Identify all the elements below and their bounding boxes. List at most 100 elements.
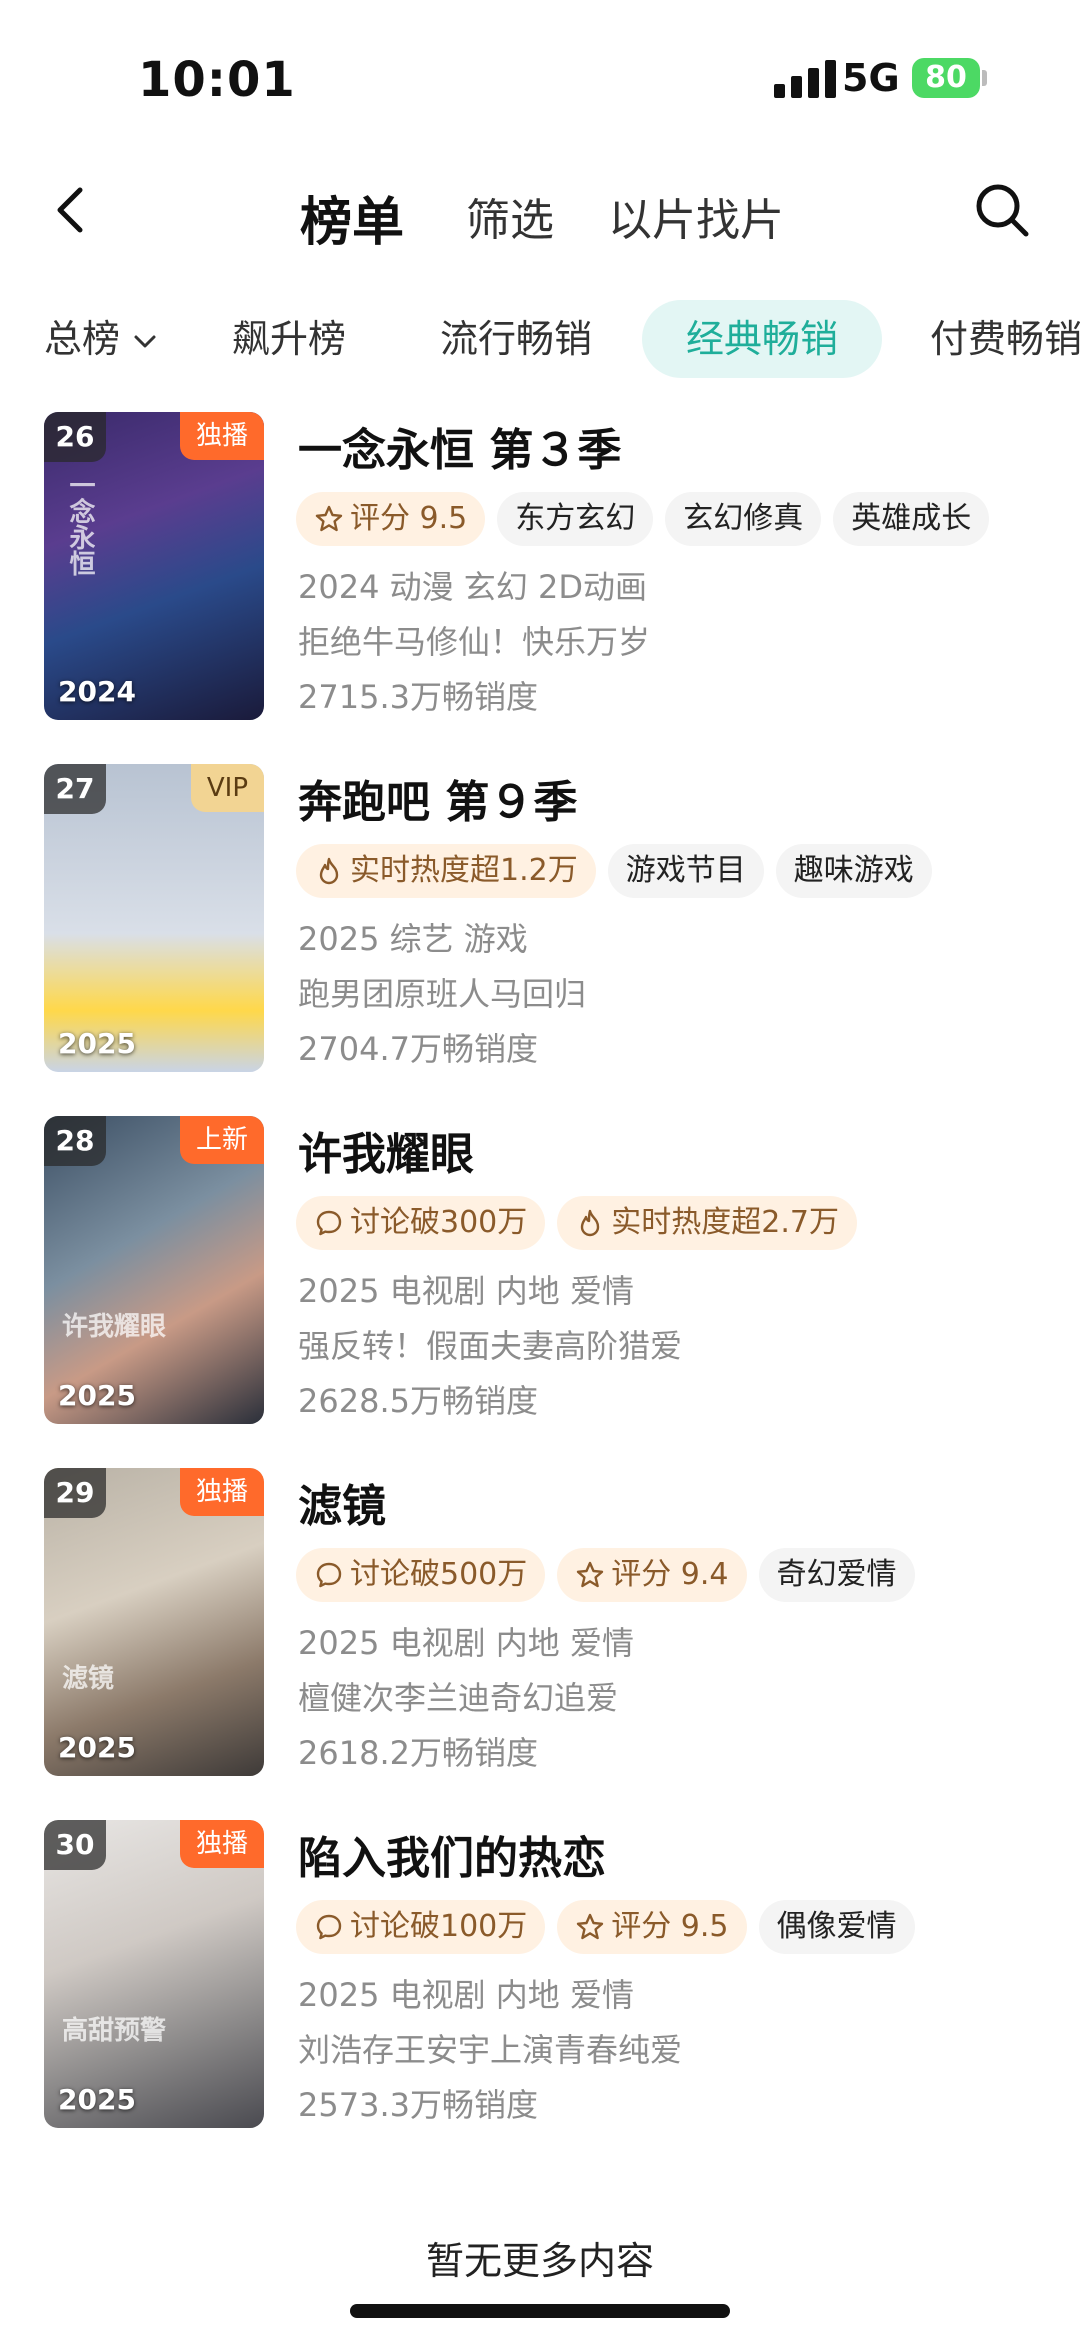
tag-label: 偶像爱情 (776, 1909, 897, 1944)
home-indicator[interactable] (350, 2304, 730, 2318)
tag-row: 实时热度超1.2万 游戏节目 趣味游戏 (296, 844, 944, 898)
battery-level: 80 (925, 60, 967, 95)
comment-icon (316, 1914, 342, 1940)
tag-label: 评分 9.4 (611, 1557, 729, 1592)
poster-image[interactable]: 许我耀眼 28 上新 2025 (44, 1116, 264, 1424)
fire-icon (319, 857, 339, 885)
item-description: 刘浩存王安宇上演青春纯爱 (298, 2031, 683, 2069)
poster-image[interactable]: 高甜预警 30 独播 2025 (44, 1820, 264, 2128)
status-bar: 10:01 5G 80 (0, 0, 1080, 150)
tag[interactable]: 英雄成长 (833, 492, 990, 546)
tag[interactable]: 评分 9.5 (296, 492, 486, 546)
tag[interactable]: 偶像爱情 (758, 1900, 915, 1954)
tag-row: 讨论破100万 评分 9.5 偶像爱情 (296, 1900, 927, 1954)
category-rising[interactable]: 飙升榜 (232, 300, 346, 378)
tag-label: 实时热度超2.7万 (611, 1205, 839, 1240)
category-total[interactable]: 总榜 (44, 300, 158, 378)
status-badge: 独播 (179, 412, 264, 460)
battery-icon: 80 (912, 58, 980, 98)
item-sales: 2704.7万畅销度 (298, 1030, 538, 1068)
tag-row: 评分 9.5 东方玄幻 玄幻修真 英雄成长 (296, 492, 1001, 546)
category-paid[interactable]: 付费畅销 (930, 300, 1080, 378)
poster-year: 2025 (58, 2083, 136, 2116)
no-more-content: 暂无更多内容 (425, 2239, 654, 2283)
list-item[interactable]: 许我耀眼 28 上新 2025 许我耀眼 讨论破300万 实时热度超2.7万 2025 电视剧… (44, 1116, 1044, 1426)
chevron-down-icon (134, 335, 156, 347)
list-item[interactable]: 高甜预警 30 独播 2025 陷入我们的热恋 讨论破100万 评分 9.5 偶像爱情 2025… (44, 1820, 1044, 2130)
item-info: 2025 综艺 游戏 (298, 920, 528, 958)
tag[interactable]: 奇幻爱情 (758, 1548, 915, 1602)
tab-find-by-clip[interactable]: 以片找片 (608, 184, 784, 248)
category-popular[interactable]: 流行畅销 (440, 300, 592, 378)
poster-year: 2024 (58, 675, 136, 708)
item-info: 2025 电视剧 内地 爱情 (298, 1272, 634, 1310)
signal-icon (774, 60, 836, 98)
status-badge: VIP (190, 764, 264, 812)
item-title[interactable]: 许我耀眼 (298, 1118, 474, 1182)
item-description: 强反转！假面夫妻高阶猎爱 (298, 1327, 683, 1365)
tag[interactable]: 评分 9.4 (557, 1548, 747, 1602)
back-icon[interactable] (44, 182, 100, 238)
list-item[interactable]: 27 VIP 2025 奔跑吧 第９季 实时热度超1.2万 游戏节目 趣味游戏 2025 综艺… (44, 764, 1044, 1074)
tag[interactable]: 讨论破500万 (296, 1548, 546, 1602)
tag-label: 实时热度超1.2万 (350, 853, 578, 888)
comment-icon (316, 1562, 342, 1588)
top-nav: 榜单 筛选 以片找片 (0, 160, 1080, 260)
search-icon[interactable] (972, 180, 1032, 240)
tag-label: 东方玄幻 (515, 501, 636, 536)
poster-year: 2025 (58, 1379, 136, 1412)
list-item[interactable]: 一念永恒 26 独播 2024 一念永恒 第３季 评分 9.5 东方玄幻 玄幻修真 英雄成长 20… (44, 412, 1044, 722)
tag[interactable]: 趣味游戏 (775, 844, 932, 898)
poster-artwork-title: 高甜预警 (62, 2016, 167, 2046)
poster-image[interactable]: 滤镜 29 独播 2025 (44, 1468, 264, 1776)
tag-label: 讨论破100万 (350, 1909, 528, 1944)
tag-label: 玄幻修真 (683, 501, 804, 536)
tag[interactable]: 讨论破100万 (296, 1900, 546, 1954)
tag-label: 评分 9.5 (611, 1909, 729, 1944)
item-title[interactable]: 陷入我们的热恋 (298, 1822, 606, 1886)
tag-label: 讨论破300万 (350, 1205, 528, 1240)
star-icon (315, 505, 343, 532)
tab-filter[interactable]: 筛选 (466, 184, 554, 248)
poster-artwork-title: 滤镜 (62, 1664, 115, 1694)
status-badge: 独播 (179, 1820, 264, 1868)
tag[interactable]: 东方玄幻 (497, 492, 654, 546)
tag[interactable]: 实时热度超2.7万 (557, 1196, 857, 1250)
item-sales: 2715.3万畅销度 (298, 678, 538, 716)
item-info: 2025 电视剧 内地 爱情 (298, 1976, 634, 2014)
tag-row: 讨论破300万 实时热度超2.7万 (296, 1196, 869, 1250)
rank-badge: 29 (44, 1468, 106, 1518)
tag[interactable]: 游戏节目 (607, 844, 764, 898)
rank-badge: 28 (44, 1116, 106, 1166)
poster-image[interactable]: 27 VIP 2025 (44, 764, 264, 1072)
tag-label: 趣味游戏 (793, 853, 914, 888)
star-icon (577, 1913, 604, 1940)
item-title[interactable]: 滤镜 (298, 1470, 386, 1534)
poster-artwork-title: 一念永恒 (65, 472, 95, 576)
tag[interactable]: 实时热度超1.2万 (296, 844, 596, 898)
item-description: 檀健次李兰迪奇幻追爱 (298, 1679, 619, 1717)
clock: 10:01 (138, 52, 296, 108)
tag-label: 讨论破500万 (350, 1557, 528, 1592)
category-classic[interactable]: 经典畅销 (642, 300, 883, 378)
item-title[interactable]: 一念永恒 第３季 (298, 414, 621, 478)
category-label: 总榜 (44, 317, 121, 361)
tag[interactable]: 评分 9.5 (557, 1900, 747, 1954)
category-tabs: 总榜 飙升榜 流行畅销 经典畅销 付费畅销 (0, 300, 1080, 380)
list-item[interactable]: 滤镜 29 独播 2025 滤镜 讨论破500万 评分 9.4 奇幻爱情 2025 电视剧 内地… (44, 1468, 1044, 1778)
tag-label: 奇幻爱情 (776, 1557, 897, 1592)
tag[interactable]: 讨论破300万 (296, 1196, 546, 1250)
status-badge: 上新 (179, 1116, 264, 1164)
tab-rankings[interactable]: 榜单 (300, 180, 404, 255)
poster-image[interactable]: 一念永恒 26 独播 2024 (44, 412, 264, 720)
star-icon (577, 1561, 604, 1588)
item-description: 拒绝牛马修仙！快乐万岁 (298, 623, 651, 661)
item-sales: 2573.3万畅销度 (298, 2086, 538, 2124)
poster-year: 2025 (58, 1027, 136, 1060)
tag[interactable]: 玄幻修真 (665, 492, 822, 546)
poster-year: 2025 (58, 1731, 136, 1764)
tag-row: 讨论破500万 评分 9.4 奇幻爱情 (296, 1548, 927, 1602)
item-title[interactable]: 奔跑吧 第９季 (298, 766, 577, 830)
item-sales: 2618.2万畅销度 (298, 1734, 538, 1772)
item-info: 2025 电视剧 内地 爱情 (298, 1624, 634, 1662)
